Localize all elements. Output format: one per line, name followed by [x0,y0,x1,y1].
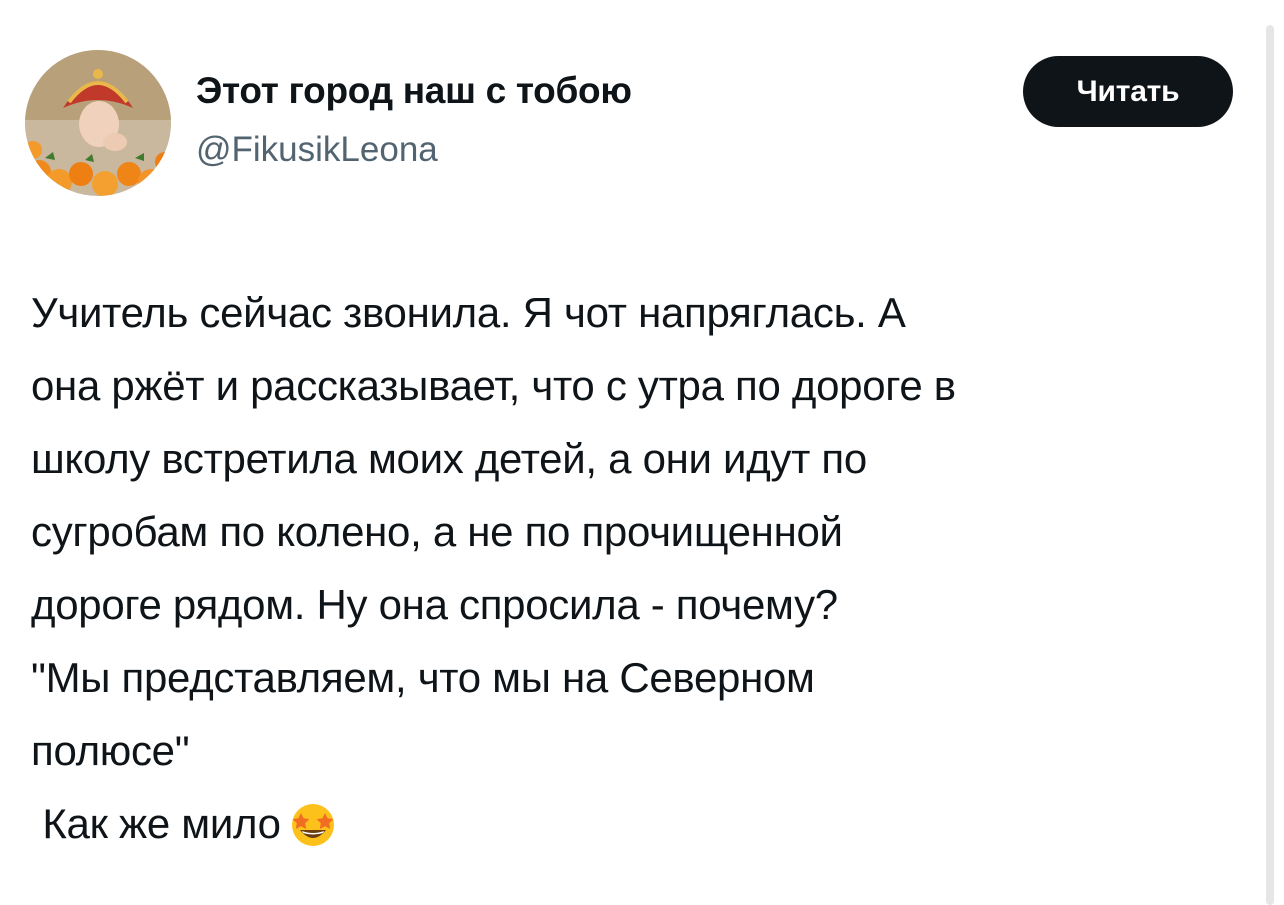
tweet-line: "Мы представляем, что мы на Северном [31,654,815,701]
tweet-line: Как же мило [31,800,281,847]
tweet-line: сугробам по колено, а не по прочищенной [31,508,843,555]
tweet-text: Учитель сейчас звонила. Я чот напряглась… [31,276,1266,860]
tweet-last-line: Как же мило [31,787,1266,860]
tweet-line: она ржёт и рассказывает, что с утра по д… [31,362,956,409]
profile-photo-icon [25,50,171,196]
tweet-line: полюсе" [31,727,190,774]
scrollbar[interactable] [1266,25,1274,905]
author-handle[interactable]: @FikusikLeona [196,130,438,170]
author-display-name[interactable]: Этот город наш с тобою [196,70,632,112]
tweet-line: Учитель сейчас звонила. Я чот напряглась… [31,289,906,336]
follow-button-label: Читать [1076,74,1180,108]
tweet-line: дороге рядом. Ну она спросила - почему? [31,581,838,628]
avatar[interactable] [25,50,171,196]
follow-button[interactable]: Читать [1023,56,1233,127]
tweet-line: школу встретила моих детей, а они идут п… [31,435,867,482]
star-struck-emoji-icon [291,804,334,846]
